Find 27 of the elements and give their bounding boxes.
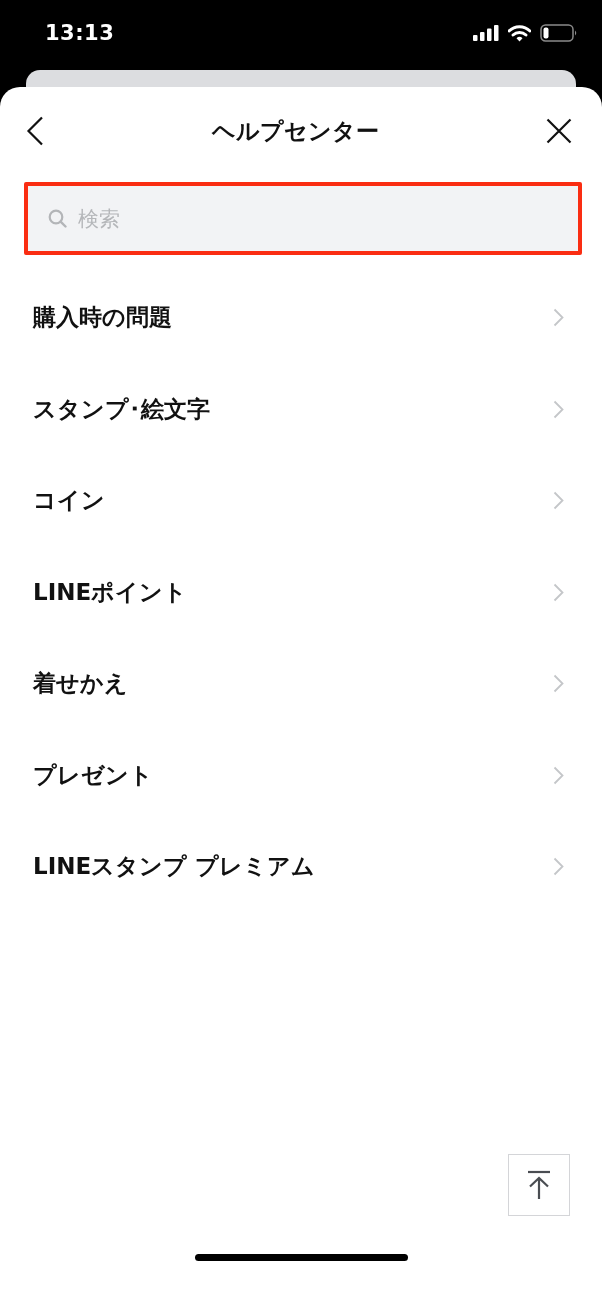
- search-icon: [48, 209, 67, 228]
- battery-icon: [540, 24, 578, 42]
- status-time: 13:13: [45, 21, 115, 45]
- help-topic-item[interactable]: LINEポイント: [0, 546, 602, 638]
- back-button[interactable]: [26, 116, 44, 146]
- page-title: ヘルプセンター: [211, 116, 379, 146]
- help-topic-item[interactable]: プレゼント: [0, 729, 602, 821]
- close-button[interactable]: [546, 118, 572, 144]
- chevron-right-icon: [553, 399, 564, 419]
- help-topic-item[interactable]: コイン: [0, 455, 602, 547]
- chevron-right-icon: [553, 765, 564, 785]
- chevron-right-icon: [553, 491, 564, 511]
- search-field[interactable]: 検索: [24, 182, 582, 255]
- chevron-right-icon: [553, 308, 564, 328]
- scroll-to-top-button[interactable]: [508, 1154, 570, 1216]
- signal-icon: [473, 25, 499, 41]
- back-chevron-icon: [26, 116, 44, 146]
- help-topic-item[interactable]: スタンプ･絵文字: [0, 363, 602, 455]
- chevron-right-icon: [553, 582, 564, 602]
- help-topic-item[interactable]: 着せかえ: [0, 638, 602, 730]
- arrow-to-top-icon: [527, 1170, 551, 1200]
- help-topic-item[interactable]: 購入時の問題: [0, 272, 602, 364]
- chevron-right-icon: [553, 674, 564, 694]
- chevron-right-icon: [553, 857, 564, 877]
- wifi-icon: [508, 24, 531, 42]
- help-topic-item[interactable]: LINEスタンプ プレミアム: [0, 821, 602, 913]
- close-icon: [546, 118, 572, 144]
